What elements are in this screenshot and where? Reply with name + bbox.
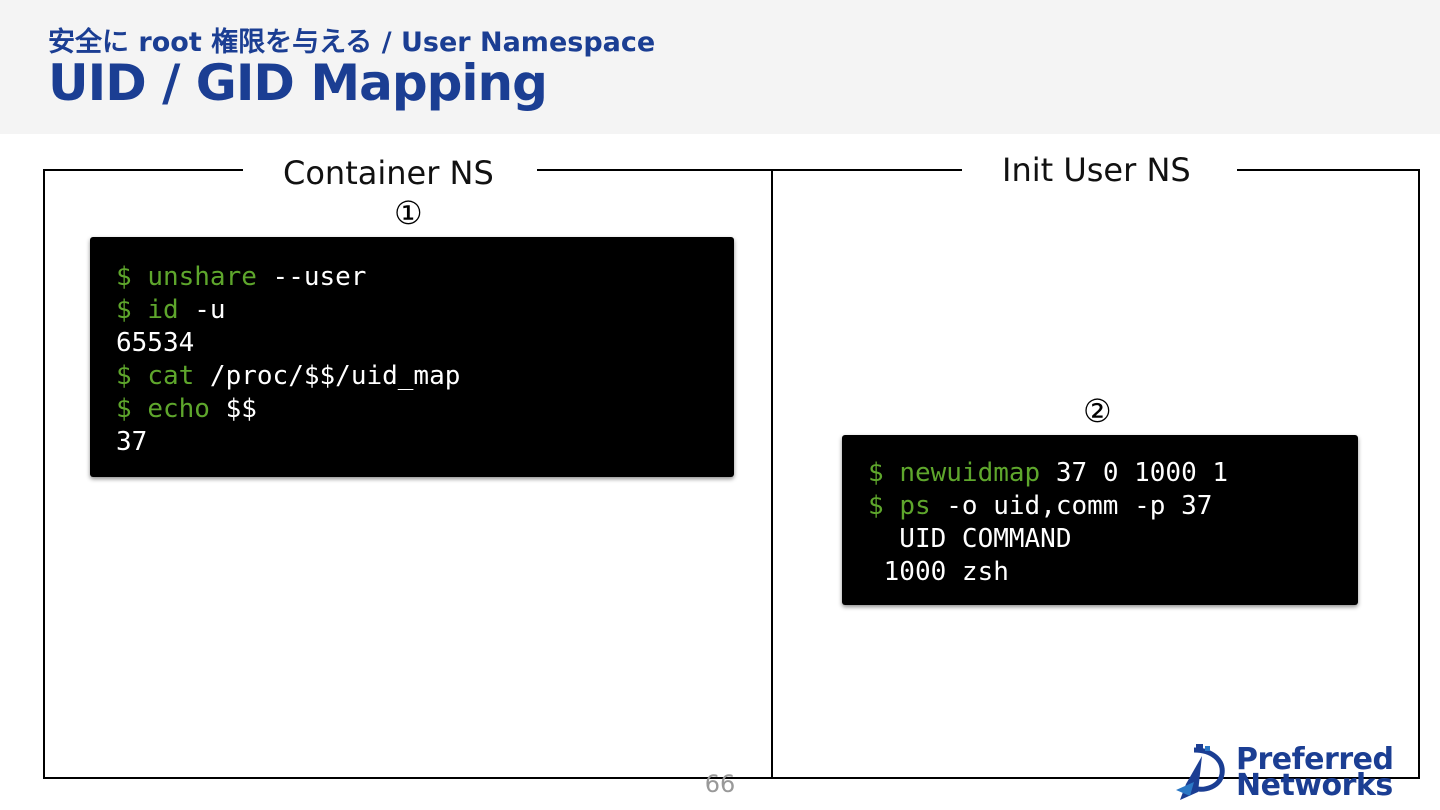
page-number: 66	[704, 770, 736, 798]
terminal-line: 1000 zsh	[868, 556, 1358, 589]
step-two-marker: ②	[1083, 392, 1112, 430]
terminal-out: UID COMMAND	[868, 524, 1072, 554]
terminal-arg: -u	[178, 295, 226, 325]
frame-divider	[771, 169, 773, 779]
container-terminal: $ unshare --user $ id -u 65534 $ cat /proc/…	[90, 237, 734, 477]
frame-top-right	[1237, 169, 1420, 171]
frame-top-middle	[537, 169, 962, 171]
preferred-networks-logo: Preferred Networks	[1172, 742, 1422, 802]
terminal-line: $ cat /proc/$$/uid_map	[116, 360, 734, 393]
init-user-ns-label: Init User NS	[984, 151, 1209, 189]
terminal-cmd: cat	[147, 361, 195, 391]
terminal-arg: 37 0 1000 1	[1040, 458, 1229, 488]
step-one-marker: ①	[394, 194, 423, 232]
terminal-out: 37	[116, 427, 148, 457]
terminal-arg: -o uid,comm -p 37	[930, 491, 1213, 521]
slide-header: 安全に root 権限を与える / User Namespace UID / G…	[0, 0, 1440, 134]
terminal-prompt: $	[868, 458, 900, 488]
terminal-line: $ unshare --user	[116, 261, 734, 294]
terminal-arg: /proc/$$/uid_map	[194, 361, 461, 391]
terminal-cmd: newuidmap	[899, 458, 1041, 488]
frame-right	[1418, 169, 1420, 779]
terminal-cmd: echo	[147, 394, 210, 424]
terminal-prompt: $	[116, 295, 148, 325]
container-ns-label: Container NS	[265, 154, 512, 192]
terminal-arg: --user	[256, 262, 367, 292]
terminal-prompt: $	[116, 394, 148, 424]
terminal-cmd: unshare	[147, 262, 257, 292]
terminal-cmd: ps	[899, 491, 931, 521]
pfn-logo-icon	[1176, 744, 1225, 800]
terminal-prompt: $	[116, 361, 148, 391]
terminal-line: $ echo $$	[116, 393, 734, 426]
slide-title: UID / GID Mapping	[48, 54, 548, 112]
terminal-cmd: id	[147, 295, 179, 325]
terminal-prompt: $	[868, 491, 900, 521]
terminal-line: 65534	[116, 327, 734, 360]
terminal-line: UID COMMAND	[868, 523, 1358, 556]
init-ns-terminal: $ newuidmap 37 0 1000 1 $ ps -o uid,comm …	[842, 435, 1358, 605]
frame-top-left	[43, 169, 243, 171]
terminal-out: 65534	[116, 328, 195, 358]
terminal-out: 1000 zsh	[868, 557, 1009, 587]
terminal-line: $ id -u	[116, 294, 734, 327]
terminal-line: 37	[116, 426, 734, 459]
terminal-line: $ ps -o uid,comm -p 37	[868, 490, 1358, 523]
terminal-arg: $$	[209, 394, 257, 424]
logo-text-line2: Networks	[1236, 768, 1393, 803]
terminal-line: $ newuidmap 37 0 1000 1	[868, 457, 1358, 490]
frame-left	[43, 169, 45, 779]
terminal-prompt: $	[116, 262, 148, 292]
